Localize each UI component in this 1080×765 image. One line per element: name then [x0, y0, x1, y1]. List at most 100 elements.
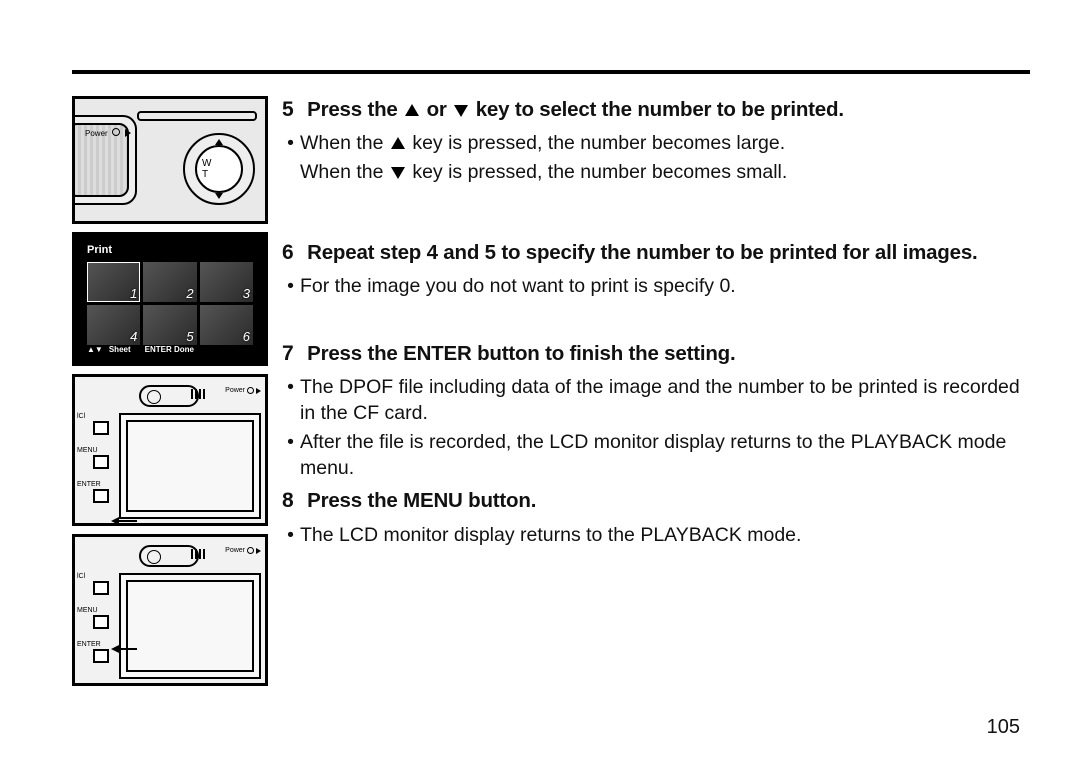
bullet-text: The LCD monitor display returns to the P…: [300, 522, 1030, 548]
bullet: • After the file is recorded, the LCD mo…: [282, 429, 1030, 482]
page-number: 105: [0, 716, 1020, 739]
button-icon: [93, 649, 109, 663]
camera-back: Power lCl MENU ENTER: [75, 537, 265, 683]
up-triangle-icon: [391, 137, 405, 149]
power-indicator: Power: [225, 547, 261, 554]
thumbnail: 3: [200, 262, 253, 302]
step-heading: Press the ENTER button to finish the set…: [307, 342, 735, 365]
mode-dial: [139, 385, 199, 407]
up-arrow-icon: [215, 139, 223, 145]
enter-button: ENTER: [77, 649, 115, 671]
figure-column: Power W T Print 1 2 3: [72, 96, 268, 694]
step-number: 5: [282, 98, 294, 121]
top-rule: [72, 70, 1030, 74]
step-8: 8 Press the MENU button. • The LCD monit…: [282, 487, 1030, 548]
power-led-icon: [247, 387, 254, 394]
thumb-number: 2: [186, 286, 193, 301]
bullet-continued: When the key is pressed, the number beco…: [282, 159, 1030, 185]
enter-button: ENTER: [77, 489, 115, 511]
thumbnail-grid: 1 2 3 4 5 6: [81, 262, 259, 345]
power-led-icon: [112, 128, 120, 136]
step-number: 8: [282, 489, 294, 512]
power-label: Power: [225, 387, 245, 394]
text-column: 5 Press the or key to select the number …: [282, 96, 1030, 694]
menu-button: MENU: [77, 455, 115, 477]
pointer-arrow-icon: [111, 517, 137, 525]
power-indicator: Power: [225, 387, 261, 394]
footer-enter-label: ENTER Done: [145, 345, 194, 354]
pointer-arrow-icon: [111, 645, 137, 653]
power-label: Power: [225, 547, 245, 554]
mode-dial: [139, 545, 199, 567]
menu-button: MENU: [77, 615, 115, 637]
play-icon: [125, 129, 131, 137]
thumbnail: 4: [87, 305, 140, 345]
lcl-button: lCl: [77, 421, 115, 443]
content-row: Power W T Print 1 2 3: [72, 96, 1030, 694]
step-body: • For the image you do not want to print…: [282, 273, 1030, 299]
side-buttons: lCl MENU ENTER: [77, 421, 115, 517]
down-triangle-icon: [454, 105, 468, 117]
figure-camera-back-enter: Power lCl MENU ENTER: [72, 374, 268, 526]
camera-slot: [137, 111, 257, 121]
zoom-wt-label: W T: [202, 158, 236, 180]
bullet: • For the image you do not want to print…: [282, 273, 1030, 299]
up-triangle-icon: [405, 104, 419, 116]
step-6: 6 Repeat step 4 and 5 to specify the num…: [282, 239, 1030, 300]
step-7: 7 Press the ENTER button to finish the s…: [282, 340, 1030, 482]
button-icon: [93, 489, 109, 503]
step-body: • When the key is pressed, the number be…: [282, 130, 1030, 185]
bullet: • When the key is pressed, the number be…: [282, 130, 1030, 156]
thumbnail: 5: [143, 305, 196, 345]
step-heading: Repeat step 4 and 5 to specify the numbe…: [307, 241, 977, 264]
step-heading: Press the or key to select the number to…: [307, 98, 844, 121]
side-buttons: lCl MENU ENTER: [77, 581, 115, 677]
down-triangle-icon: [391, 167, 405, 179]
thumb-number: 5: [186, 329, 193, 344]
play-icon: [256, 548, 261, 554]
bullet-text: The DPOF file including data of the imag…: [300, 374, 1030, 427]
figure-print-screen: Print 1 2 3 4 5 6 ▲▼ Sheet ENTER Done: [72, 232, 268, 366]
bullet-text: When the key is pressed, the number beco…: [300, 159, 1030, 185]
lcl-button: lCl: [77, 581, 115, 603]
down-arrow-icon: [215, 193, 223, 199]
button-icon: [93, 421, 109, 435]
lcd-outline: [119, 413, 261, 519]
bullet-text: When the key is pressed, the number beco…: [300, 130, 1030, 156]
power-led-icon: [247, 547, 254, 554]
grip-texture-icon: [191, 549, 205, 559]
figure-camera-top: Power W T: [72, 96, 268, 224]
lcd-screen: Print 1 2 3 4 5 6 ▲▼ Sheet ENTER Done: [81, 241, 259, 357]
thumb-number: 3: [243, 286, 250, 301]
bullet-dot: •: [282, 130, 294, 156]
bullet-dot: •: [282, 429, 294, 482]
thumb-number: 1: [130, 286, 137, 301]
screen-title: Print: [81, 241, 259, 262]
camera-back: Power lCl MENU ENTER: [75, 377, 265, 523]
step-body: • The DPOF file including data of the im…: [282, 374, 1030, 481]
bullet-dot: •: [282, 522, 294, 548]
thumbnail: 2: [143, 262, 196, 302]
bullet-text: For the image you do not want to print i…: [300, 273, 1030, 299]
footer-sheet-label: Sheet: [109, 345, 131, 354]
bullet: • The DPOF file including data of the im…: [282, 374, 1030, 427]
bullet-text: After the file is recorded, the LCD moni…: [300, 429, 1030, 482]
thumbnail: 6: [200, 305, 253, 345]
lcd-outline: [119, 573, 261, 679]
spacer: [282, 306, 1030, 340]
screen-footer: ▲▼ Sheet ENTER Done: [87, 345, 253, 354]
power-label: Power: [85, 129, 108, 138]
bullet-dot: •: [282, 273, 294, 299]
dpad-control: W T: [183, 133, 255, 205]
step-number: 7: [282, 342, 294, 365]
spacer: [282, 191, 1030, 239]
step-heading: Press the MENU button.: [307, 489, 536, 512]
thumbnail: 1: [87, 262, 140, 302]
button-icon: [93, 615, 109, 629]
bullet: • The LCD monitor display returns to the…: [282, 522, 1030, 548]
button-icon: [93, 455, 109, 469]
thumb-number: 6: [243, 329, 250, 344]
camera-body: Power W T: [75, 99, 265, 221]
manual-page: Power W T Print 1 2 3: [0, 0, 1080, 765]
thumb-number: 4: [130, 329, 137, 344]
